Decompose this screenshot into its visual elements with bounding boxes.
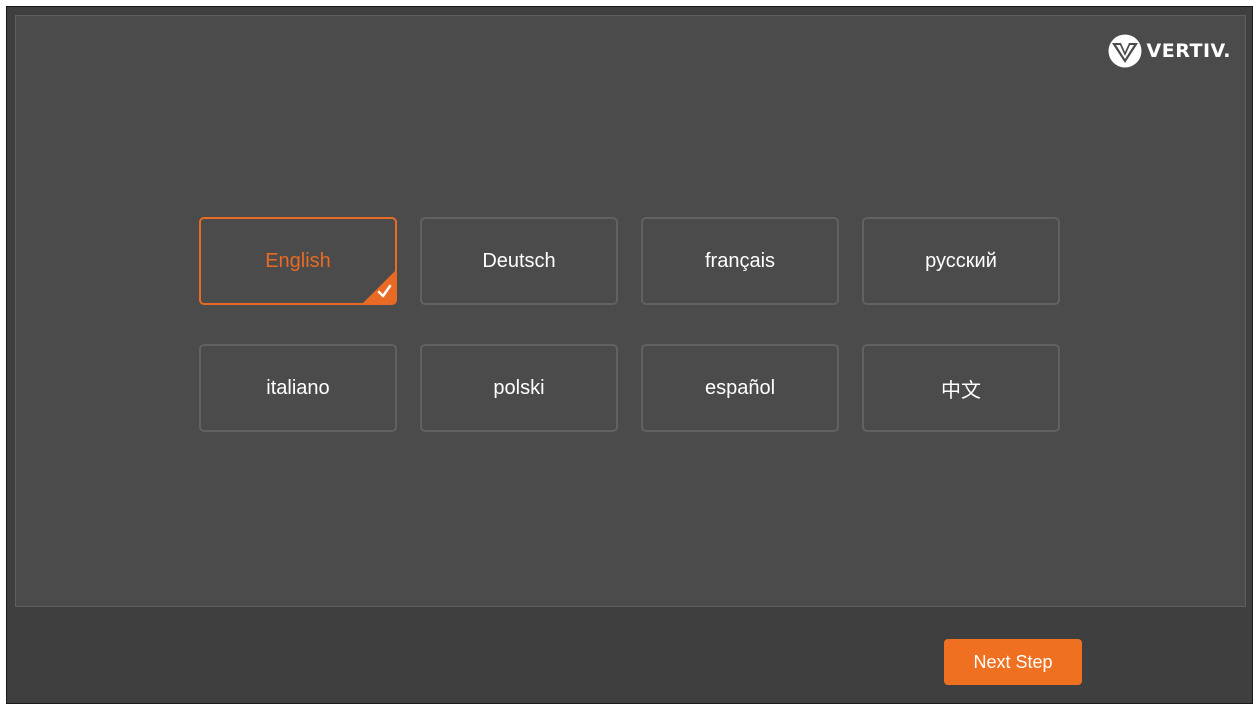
language-option-espanol[interactable]: español [641, 344, 839, 432]
selected-check-icon [363, 271, 395, 303]
language-option-russian[interactable]: русский [862, 217, 1060, 305]
language-label: 中文 [941, 379, 981, 402]
next-step-button[interactable]: Next Step [944, 639, 1082, 685]
language-label: русский [925, 249, 997, 272]
language-option-english[interactable]: English [199, 217, 397, 305]
setup-window: VERTIV. English Deutsch français русский… [6, 6, 1253, 704]
language-label: English [265, 249, 331, 272]
language-label: polski [493, 376, 545, 399]
language-option-deutsch[interactable]: Deutsch [420, 217, 618, 305]
language-label: français [704, 249, 776, 272]
language-grid: English Deutsch français русский italian… [199, 217, 1060, 432]
language-label: Deutsch [482, 249, 556, 272]
language-selection-panel: VERTIV. English Deutsch français русский… [15, 15, 1246, 607]
brand-name: VERTIV. [1146, 40, 1231, 62]
language-option-italiano[interactable]: italiano [199, 344, 397, 432]
language-label: español [704, 376, 776, 399]
language-option-polski[interactable]: polski [420, 344, 618, 432]
language-option-francais[interactable]: français [641, 217, 839, 305]
vertiv-logo-icon [1108, 34, 1142, 68]
language-label: italiano [266, 376, 330, 399]
language-option-chinese[interactable]: 中文 [862, 344, 1060, 432]
vertiv-logo: VERTIV. [1108, 34, 1231, 68]
